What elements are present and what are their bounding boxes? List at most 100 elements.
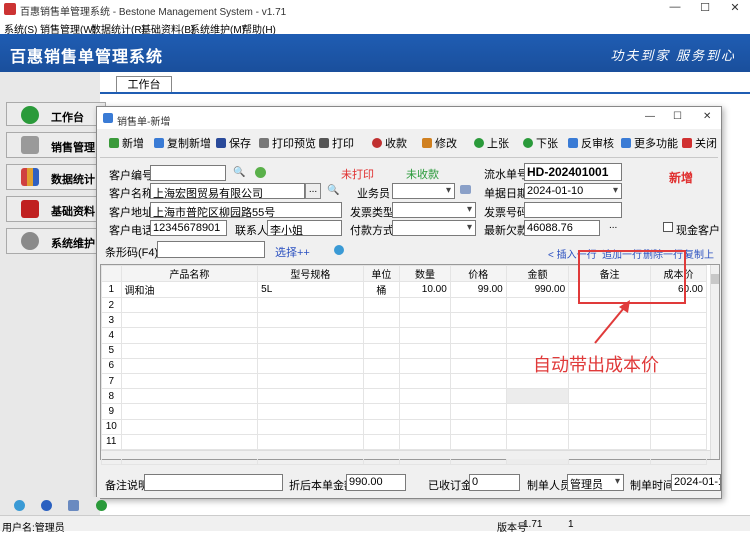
table-cell[interactable] (649, 433, 708, 450)
discount-input[interactable]: 990.00 (346, 474, 406, 491)
invoice-no-input[interactable] (524, 202, 622, 218)
table-cell[interactable] (120, 342, 259, 359)
table-cell[interactable] (257, 388, 364, 405)
doc-date-input[interactable]: 2024-01-10 (524, 183, 622, 199)
close-window-button[interactable]: ✕ (720, 1, 750, 17)
table-cell[interactable] (257, 327, 364, 344)
dialog-close[interactable]: ✕ (703, 111, 711, 122)
table-cell[interactable] (449, 296, 507, 314)
table-cell[interactable] (568, 433, 651, 450)
table-cell[interactable] (399, 433, 451, 450)
table-cell[interactable] (362, 418, 401, 435)
table-cell[interactable] (399, 342, 451, 359)
table-cell[interactable]: 调和油 (120, 281, 259, 298)
table-cell[interactable] (362, 296, 401, 314)
barcode-input[interactable] (157, 241, 265, 258)
table-cell[interactable] (449, 418, 507, 435)
search-icon[interactable]: 🔍 (233, 167, 245, 178)
table-cell[interactable] (649, 388, 708, 405)
table-row[interactable]: 9 (101, 403, 708, 420)
table-cell[interactable] (362, 342, 401, 359)
cust-addr-input[interactable]: 上海市普陀区柳园路55号 (150, 202, 342, 218)
table-cell[interactable] (362, 372, 401, 390)
edit-button[interactable]: 修改 (422, 135, 457, 151)
maker-select[interactable]: 管理员 (567, 474, 624, 491)
vscroll-thumb[interactable] (711, 274, 719, 284)
new-button[interactable]: 新增 (109, 135, 144, 151)
table-cell[interactable] (449, 372, 507, 390)
table-cell[interactable] (449, 433, 507, 450)
table-cell[interactable] (257, 433, 364, 450)
time-input[interactable]: 2024-01-10 (671, 474, 721, 491)
cust-name-input[interactable]: 上海宏图贸易有限公司 (150, 183, 305, 199)
table-cell[interactable] (399, 312, 451, 329)
nav-workbench[interactable]: 工作台 (6, 102, 106, 126)
table-cell[interactable]: 桶 (362, 281, 401, 298)
table-cell[interactable] (120, 327, 259, 344)
add-small-icon[interactable] (96, 500, 107, 511)
next-button[interactable]: 下张 (523, 135, 558, 151)
add-icon[interactable] (255, 167, 266, 178)
print-preview-button[interactable]: 打印预览 (259, 135, 316, 151)
table-cell[interactable]: 99.00 (449, 281, 507, 298)
cust-phone-input[interactable]: 12345678901 (150, 220, 227, 236)
table-cell[interactable] (257, 342, 364, 359)
select-plus-link[interactable]: 选择++ (275, 244, 310, 260)
grid-vscrollbar[interactable] (710, 265, 719, 459)
dialog-minimize[interactable]: — (645, 111, 655, 122)
table-cell[interactable]: 10.00 (399, 281, 451, 298)
maximize-button[interactable]: ☐ (690, 1, 720, 17)
salesman-select[interactable] (392, 183, 455, 199)
dialog-maximize[interactable]: ☐ (673, 111, 682, 122)
table-cell[interactable] (257, 357, 364, 374)
table-cell[interactable] (120, 357, 259, 374)
grid-hscrollbar[interactable] (101, 450, 710, 459)
invoice-type-select[interactable] (392, 202, 476, 218)
home-icon[interactable] (14, 500, 25, 511)
table-cell[interactable] (568, 388, 651, 405)
table-cell[interactable] (505, 418, 570, 435)
help-icon[interactable] (41, 500, 52, 511)
table-cell[interactable] (362, 433, 401, 450)
nav-maint[interactable]: 系统维护 (6, 228, 106, 254)
table-cell[interactable] (257, 418, 364, 435)
table-cell[interactable] (399, 418, 451, 435)
table-cell[interactable] (449, 357, 507, 374)
collect-button[interactable]: 收款 (372, 135, 407, 151)
nav-basic[interactable]: 基础资料 (6, 196, 106, 222)
table-cell[interactable] (505, 296, 570, 314)
pay-method-select[interactable] (392, 220, 476, 236)
table-row[interactable]: 11 (101, 433, 708, 450)
table-cell[interactable] (505, 312, 570, 329)
table-cell[interactable] (362, 357, 401, 374)
table-cell[interactable] (362, 403, 401, 420)
table-cell[interactable] (362, 327, 401, 344)
table-cell[interactable] (362, 312, 401, 329)
table-cell[interactable] (120, 312, 259, 329)
cust-search-icon[interactable]: 🔍 (327, 185, 339, 196)
table-cell[interactable] (505, 433, 570, 450)
nav-stats[interactable]: 数据统计 (6, 164, 106, 190)
cust-browse-button[interactable]: ... (305, 183, 321, 199)
table-cell[interactable] (362, 388, 401, 405)
table-cell[interactable] (120, 403, 259, 420)
table-cell[interactable] (449, 312, 507, 329)
table-cell[interactable] (120, 296, 259, 314)
serial-input[interactable]: HD-202401001 (524, 163, 622, 181)
table-cell[interactable]: 5L (257, 281, 364, 298)
copy-new-button[interactable]: 复制新增 (154, 135, 211, 151)
table-cell[interactable] (399, 296, 451, 314)
table-cell[interactable] (257, 372, 364, 390)
table-cell[interactable] (120, 433, 259, 450)
table-cell[interactable] (120, 388, 259, 405)
refresh-icon[interactable] (334, 245, 344, 255)
table-cell[interactable] (449, 342, 507, 359)
table-cell[interactable] (649, 418, 708, 435)
table-cell[interactable] (649, 403, 708, 420)
cust-code-input[interactable] (150, 165, 226, 181)
print-button[interactable]: 打印 (319, 135, 354, 151)
table-cell[interactable] (399, 357, 451, 374)
table-cell[interactable] (568, 418, 651, 435)
table-cell[interactable]: 990.00 (505, 281, 570, 298)
table-cell[interactable] (568, 403, 651, 420)
